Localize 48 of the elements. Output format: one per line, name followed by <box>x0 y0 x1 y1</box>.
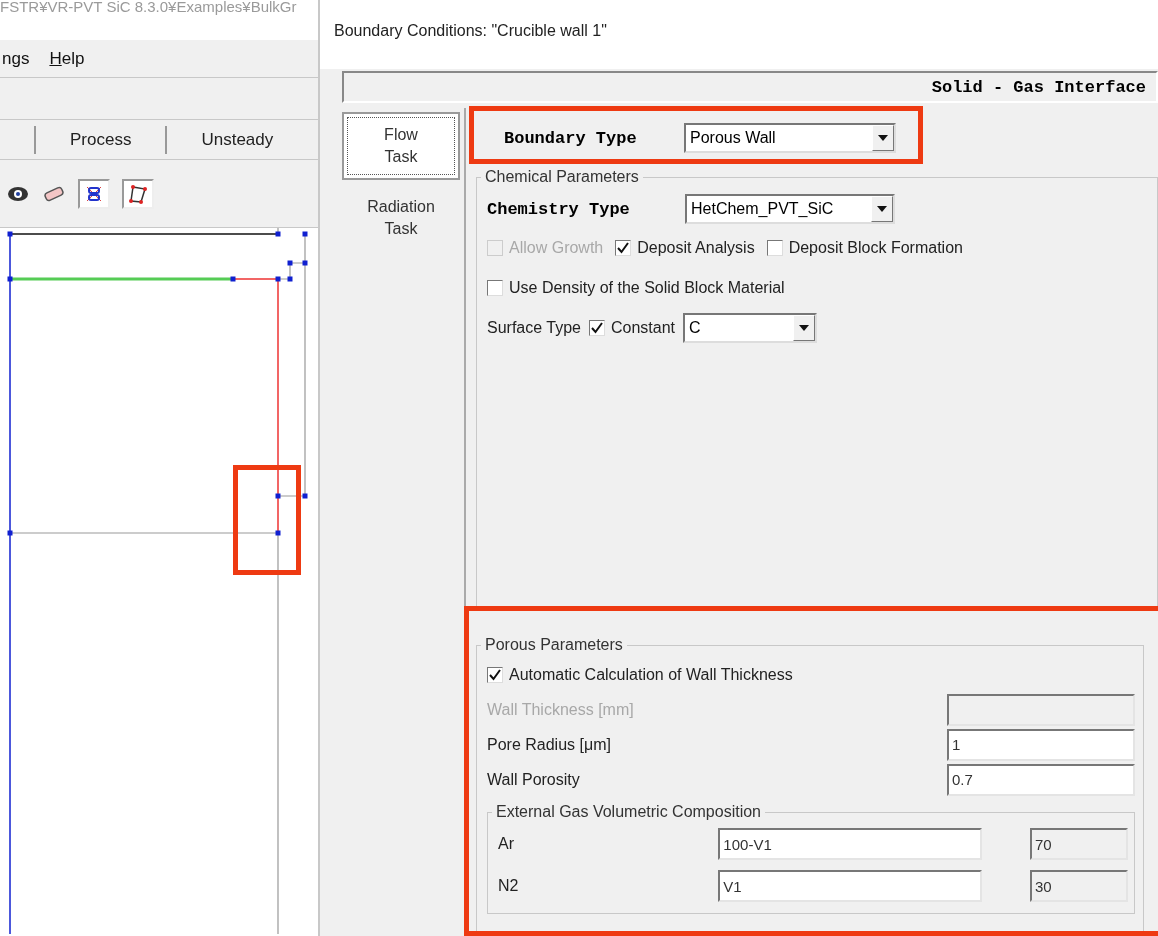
checkbox-label: Deposit Block Formation <box>788 239 963 257</box>
input-field[interactable] <box>947 693 1135 726</box>
menu-item[interactable]: ngs <box>2 48 30 69</box>
dropdown-arrow-icon <box>877 206 887 212</box>
gas-name: N2 <box>498 877 520 895</box>
value-field: 70 <box>1029 828 1128 860</box>
side-tab[interactable]: Radiation Task <box>342 180 460 256</box>
field-label: Wall Thickness [mm] <box>487 700 634 719</box>
input-field[interactable]: 100-V1 <box>718 828 982 860</box>
header-text: Solid - Gas Interface <box>931 77 1146 97</box>
chemistry-type-dropdown[interactable]: HetChem_PVT_SiC <box>685 194 895 224</box>
boundary-type-label: Boundary Type <box>503 128 638 148</box>
field-label: Wall Porosity <box>487 770 580 789</box>
polygon-icon <box>128 183 148 204</box>
input-field[interactable]: 1 <box>947 728 1135 761</box>
checkbox[interactable] <box>615 240 632 256</box>
input-field[interactable]: V1 <box>718 870 982 902</box>
checkbox-label: Allow Growth <box>509 239 604 257</box>
chemistry-type-label: Chemistry Type <box>487 199 631 219</box>
checkbox-label: Constant <box>611 319 676 337</box>
surface-type-label: Surface Type <box>487 319 581 337</box>
input-field[interactable]: 0.7 <box>947 763 1135 796</box>
eye-icon <box>7 184 29 203</box>
value-field: 30 <box>1029 870 1128 902</box>
side-tab[interactable]: Flow Task <box>342 112 460 180</box>
tab[interactable]: Process <box>34 125 166 154</box>
checkbox-label: Automatic Calculation of Wall Thickness <box>509 666 793 684</box>
checkbox-label: Deposit Analysis <box>637 239 755 257</box>
window-path: FSTR¥VR-PVT SiC 8.3.0¥Examples¥BulkGr <box>0 0 297 15</box>
tool-button[interactable] <box>122 178 154 209</box>
dropdown-arrow-icon <box>799 325 810 331</box>
group-title: Chemical Parameters <box>484 168 640 186</box>
dialog-title: Boundary Conditions: "Crucible wall 1" <box>334 22 607 39</box>
surface-type-dropdown[interactable]: C <box>683 313 818 343</box>
boundary-type-dropdown[interactable]: Porous Wall <box>684 123 896 153</box>
tool-button[interactable] <box>78 178 110 209</box>
group-title: External Gas Volumetric Composition <box>495 803 762 821</box>
checkbox[interactable] <box>589 320 605 336</box>
field-label: Pore Radius [μm] <box>487 735 611 754</box>
checkbox[interactable] <box>766 240 783 256</box>
tab[interactable]: Unsteady <box>165 125 308 154</box>
gas-name: Ar <box>498 835 515 853</box>
checkbox[interactable] <box>487 280 503 296</box>
menu-item[interactable]: Help <box>49 48 85 69</box>
dropdown-arrow-icon <box>878 135 888 141</box>
checkbox-label: Use Density of the Solid Block Material <box>509 279 785 297</box>
group-title: Porous Parameters <box>484 636 624 654</box>
checkbox[interactable] <box>487 667 503 683</box>
